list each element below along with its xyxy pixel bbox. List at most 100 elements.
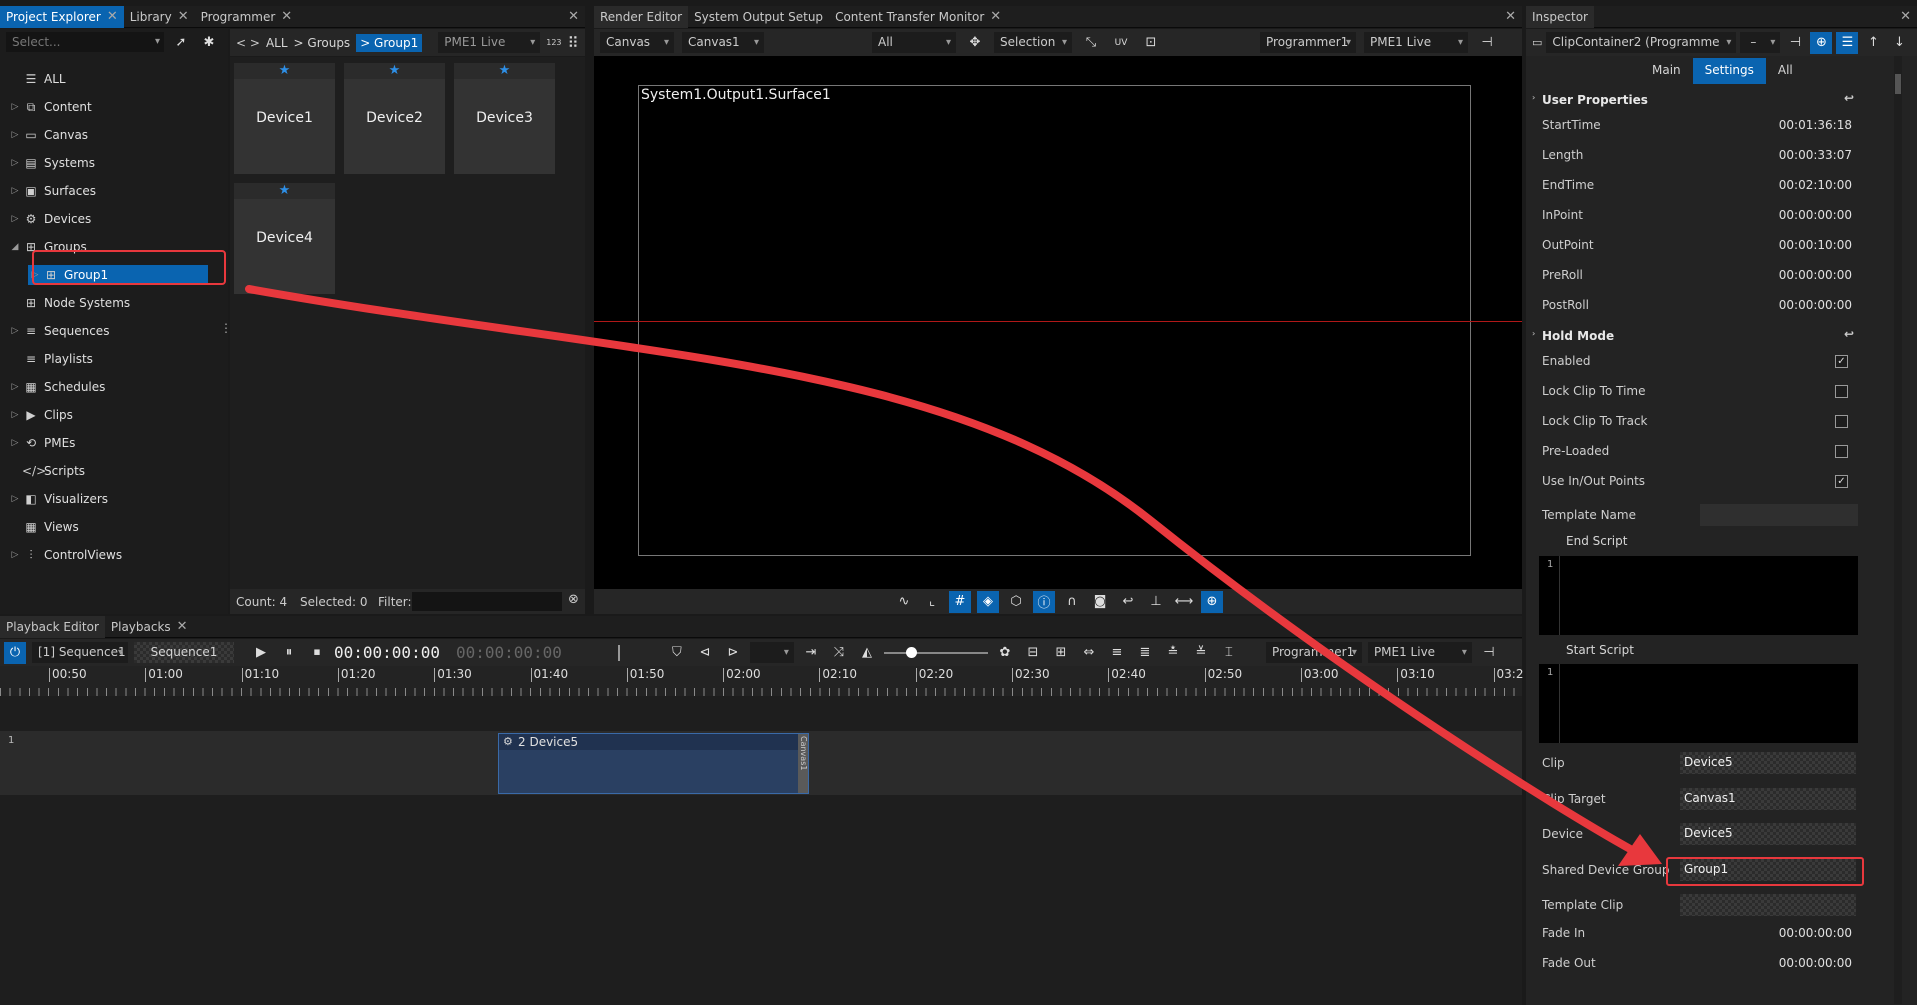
tab-programmer[interactable]: Programmer ✕: [195, 6, 299, 28]
timeline-ruler[interactable]: 00:50 01:00 01:10 01:20 01:30 01:40 01:50 02:00…: [0, 666, 1523, 696]
expand-arrow-icon[interactable]: ▷: [8, 326, 22, 336]
tree-item-views[interactable]: ▦ Views: [8, 517, 78, 537]
target-icon[interactable]: ⊕: [1201, 590, 1223, 613]
camera-group-icon[interactable]: ◈: [977, 590, 999, 613]
breadcrumb-group1[interactable]: > Group1: [356, 33, 423, 52]
field-value[interactable]: 00:00:10:00: [1779, 238, 1852, 252]
device-tile[interactable]: ★ Device4: [234, 183, 335, 294]
clear-icon[interactable]: ⊗: [568, 592, 579, 607]
hold-mode-header[interactable]: › Hold Mode ↩: [1532, 325, 1862, 347]
minus-select[interactable]: –: [1740, 32, 1781, 53]
close-icon[interactable]: ✕: [568, 6, 579, 28]
split-icon[interactable]: ⌶: [1218, 642, 1240, 664]
close-icon[interactable]: ✕: [177, 616, 188, 638]
remove-track-icon[interactable]: ≚: [1190, 642, 1212, 664]
filter-input[interactable]: [412, 592, 562, 611]
flower-icon[interactable]: ✿: [994, 642, 1016, 664]
close-icon[interactable]: ✕: [281, 6, 292, 28]
canvas-select[interactable]: Canvas1: [682, 32, 764, 53]
next-cue-icon[interactable]: ⊳: [722, 642, 744, 664]
tab-all[interactable]: All: [1766, 58, 1805, 84]
gear-icon[interactable]: ✱: [198, 31, 220, 53]
pme-select[interactable]: PME1 Live: [438, 32, 541, 53]
programmer-select[interactable]: Programmer1: [1265, 642, 1362, 663]
tree-item-playlists[interactable]: ≡ Playlists: [8, 349, 93, 369]
template-clip-field[interactable]: [1680, 894, 1856, 916]
selection-select[interactable]: Selection: [994, 32, 1072, 53]
device-tile[interactable]: ★ Device1: [234, 63, 335, 174]
close-icon[interactable]: ✕: [107, 6, 118, 28]
close-icon[interactable]: ✕: [990, 6, 1001, 28]
tab-playback-editor[interactable]: Playback Editor: [0, 615, 105, 638]
checkbox[interactable]: [1835, 445, 1848, 458]
link-icon[interactable]: ⇔: [1078, 642, 1100, 664]
arrow-up-icon[interactable]: ↑: [1862, 32, 1884, 54]
pin-icon[interactable]: ⊣: [1478, 642, 1500, 664]
expand-arrow-icon[interactable]: ▷: [8, 186, 22, 196]
breadcrumb-groups[interactable]: > Groups: [294, 36, 351, 50]
numeric-toggle[interactable]: 123: [546, 38, 561, 47]
zoom-slider[interactable]: [883, 642, 988, 664]
render-viewport[interactable]: System1.Output1.Surface1: [594, 56, 1522, 589]
expand-arrow-icon[interactable]: ▷: [8, 214, 22, 224]
tree-item-sequences[interactable]: ▷ ≡ Sequences: [8, 321, 110, 341]
field-value[interactable]: 00:00:00:00: [1779, 208, 1852, 222]
field-value[interactable]: 00:00:00:00: [1779, 298, 1852, 312]
play-icon[interactable]: ▶: [250, 642, 272, 664]
shield-icon[interactable]: ⛉: [666, 642, 688, 664]
tree-item-all[interactable]: ☰ ALL: [8, 69, 66, 89]
move-icon[interactable]: ✥: [964, 32, 986, 54]
align-center-icon[interactable]: ≡: [1106, 642, 1128, 664]
programmer-select[interactable]: Programmer1: [1260, 32, 1356, 53]
tab-playbacks[interactable]: Playbacks ✕: [105, 616, 194, 638]
magnet-icon[interactable]: ∩: [1061, 591, 1083, 613]
field-value[interactable]: 00:01:36:18: [1779, 118, 1852, 132]
field-value[interactable]: 00:00:00:00: [1779, 268, 1852, 282]
tree-item-surfaces[interactable]: ▷ ▣ Surfaces: [8, 181, 96, 201]
tree-item-pmes[interactable]: ▷ ⟲ PMEs: [8, 433, 76, 453]
tab-project-explorer[interactable]: Project Explorer ✕: [0, 5, 124, 28]
clip-field[interactable]: Device5: [1680, 752, 1856, 774]
arrow-down-icon[interactable]: ↓: [1888, 32, 1910, 54]
undo-icon[interactable]: ↩: [1844, 91, 1854, 105]
tree-item-scripts[interactable]: </> Scripts: [8, 461, 85, 481]
undo-icon[interactable]: ↩: [1844, 327, 1854, 341]
filter-select[interactable]: All: [872, 32, 956, 53]
inspector-scrollbar[interactable]: [1894, 56, 1902, 1004]
grid-icon[interactable]: ⠿: [568, 34, 579, 52]
sequence-select[interactable]: [1] Sequence1: [32, 642, 128, 663]
tree-item-schedules[interactable]: ▷ ▦ Schedules: [8, 377, 106, 397]
explorer-select-input[interactable]: Select... ▾: [6, 32, 164, 52]
add-track-icon[interactable]: ≛: [1162, 642, 1184, 664]
vertical-fit-icon[interactable]: ⊥: [1145, 591, 1167, 613]
loop-icon[interactable]: ⇥: [800, 642, 822, 664]
device-tile[interactable]: ★ Device3: [454, 63, 555, 174]
tree-item-devices[interactable]: ▷ ⚙ Devices: [8, 209, 92, 229]
tab-render-editor[interactable]: Render Editor: [594, 5, 689, 28]
timeline-area[interactable]: [0, 666, 1522, 1005]
pause-icon[interactable]: ⏸: [278, 642, 300, 664]
list-icon[interactable]: ☰: [1836, 31, 1859, 54]
frame-icon[interactable]: ⊡: [1140, 32, 1162, 54]
tree-item-content[interactable]: ▷ ⧉ Content: [8, 97, 92, 117]
clip-target-field[interactable]: Canvas1: [1680, 788, 1856, 810]
expand-arrow-icon[interactable]: ▷: [8, 550, 22, 560]
target-icon[interactable]: ⊕: [1810, 31, 1833, 54]
user-properties-header[interactable]: › User Properties ↩: [1532, 89, 1862, 111]
nav-arrows[interactable]: < >: [236, 36, 260, 50]
checkbox[interactable]: ✓: [1835, 475, 1848, 488]
timeline-clip[interactable]: ⚙ 2 Device5 Canvas1: [498, 733, 809, 794]
start-script-editor[interactable]: 1: [1539, 664, 1858, 743]
tab-library[interactable]: Library ✕: [124, 6, 195, 28]
close-icon[interactable]: ✕: [1505, 6, 1516, 28]
info-icon[interactable]: ⓘ: [1033, 590, 1055, 613]
expand-arrow-icon[interactable]: ▷: [8, 410, 22, 420]
pulse-icon[interactable]: ∿: [893, 591, 915, 613]
tab-main[interactable]: Main: [1640, 58, 1693, 84]
fit-icon[interactable]: ⊟: [1022, 642, 1044, 664]
expand-arrow-icon[interactable]: ▷: [8, 130, 22, 140]
object-select[interactable]: ClipContainer2 (Programme: [1546, 32, 1737, 53]
pin-icon[interactable]: ⊣: [1476, 32, 1498, 54]
sequence-name-field[interactable]: Sequence1: [134, 642, 234, 663]
pin-icon[interactable]: ⊣: [1784, 32, 1806, 54]
